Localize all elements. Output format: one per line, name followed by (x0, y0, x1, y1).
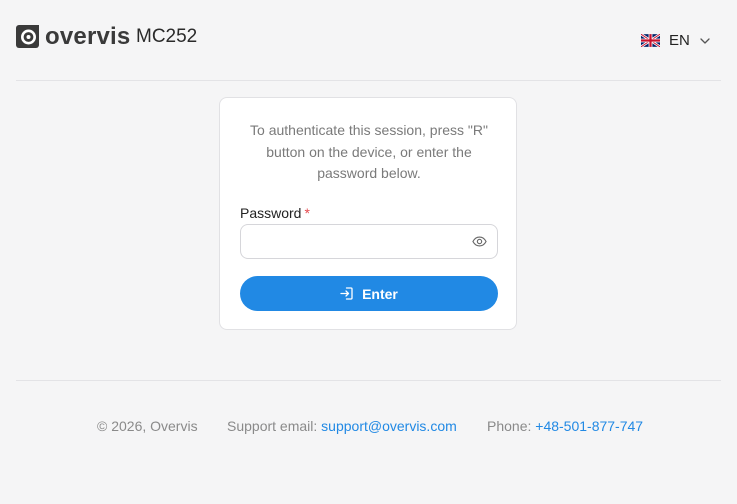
password-label-text: Password (240, 205, 302, 221)
auth-message: To authenticate this session, press "R" … (250, 122, 488, 181)
language-selector[interactable]: EN (641, 32, 710, 49)
phone-contact: Phone: +48-501-877-747 (487, 417, 643, 435)
device-model: MC252 (136, 26, 198, 47)
overvis-logo-icon (16, 25, 39, 48)
brand-name: overvis (45, 23, 131, 50)
support-email-link[interactable]: support@overvis.com (321, 418, 457, 434)
enter-button[interactable]: Enter (240, 276, 498, 311)
login-icon (340, 287, 353, 300)
required-mark: * (304, 205, 310, 221)
brand-logo[interactable]: overvis (16, 23, 131, 50)
password-input[interactable] (241, 225, 476, 258)
language-code: EN (669, 32, 690, 49)
eye-icon[interactable] (472, 236, 487, 247)
password-label: Password * (240, 205, 310, 221)
footer-divider (16, 380, 721, 381)
copyright: © 2026, Overvis (97, 418, 198, 434)
chevron-down-icon (700, 37, 710, 44)
header: overvis MC252 EN (0, 0, 737, 80)
phone-link[interactable]: +48-501-877-747 (535, 418, 643, 434)
support-contact: Support email: support@overvis.com (227, 417, 457, 435)
auth-card: To authenticate this session, press "R" … (219, 97, 517, 330)
enter-button-label: Enter (362, 285, 398, 302)
password-field[interactable] (240, 224, 498, 259)
support-label: Support email: (227, 418, 318, 434)
phone-label: Phone: (487, 418, 532, 434)
header-divider (16, 80, 721, 81)
uk-flag-icon (641, 34, 660, 47)
